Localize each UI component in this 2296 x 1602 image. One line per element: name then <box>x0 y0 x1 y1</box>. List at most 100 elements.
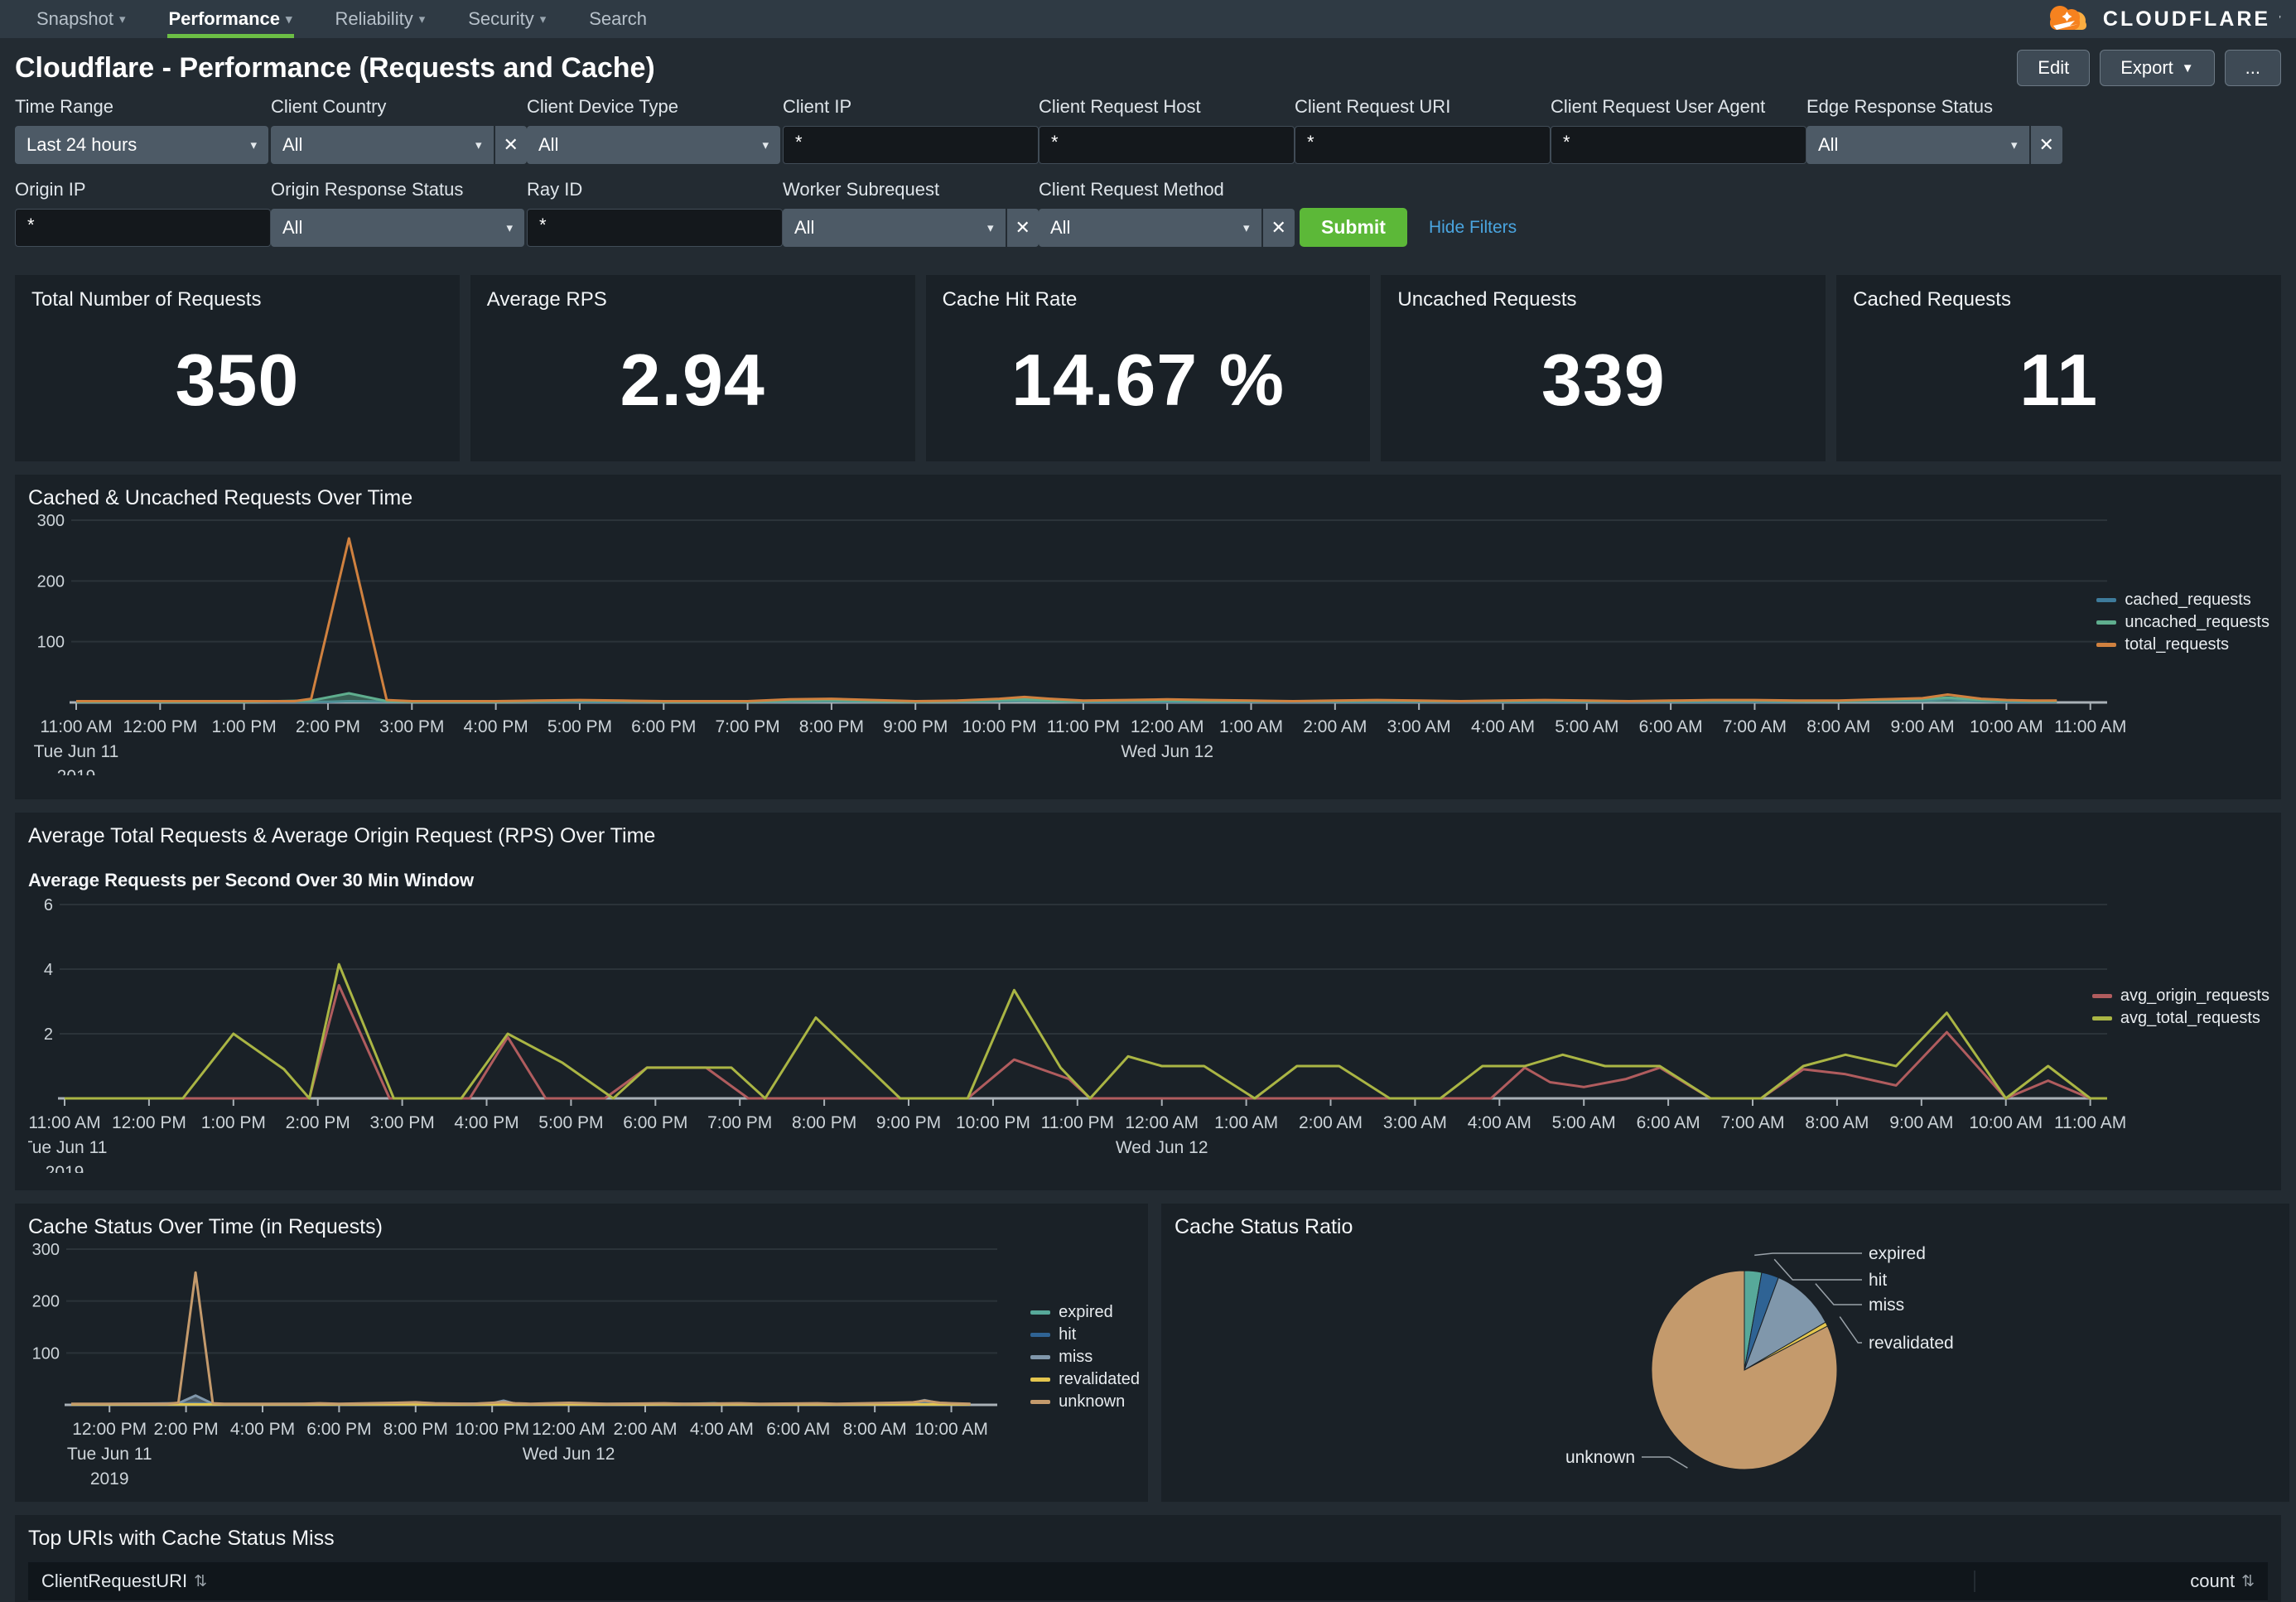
svg-text:5:00 AM: 5:00 AM <box>1555 717 1618 736</box>
filter-select[interactable]: All▾ <box>1039 209 1261 247</box>
legend-item-hit[interactable]: hit <box>1030 1325 1140 1344</box>
svg-text:10:00 PM: 10:00 PM <box>962 717 1037 736</box>
filter-row-2: Origin IP*Origin Response StatusAll▾Ray … <box>15 179 2281 247</box>
filter-client-ip: Client IP* <box>783 96 1039 164</box>
submit-button[interactable]: Submit <box>1300 208 1407 247</box>
legend-swatch <box>2092 994 2112 998</box>
filter-input[interactable]: * <box>783 126 1039 164</box>
filter-control: * <box>527 209 783 247</box>
nav-item-snapshot[interactable]: Snapshot ▾ <box>15 0 147 38</box>
nav-item-label: Snapshot <box>36 8 113 30</box>
legend-item-cached_requests[interactable]: cached_requests <box>2096 591 2269 610</box>
legend-item-avg_total_requests[interactable]: avg_total_requests <box>2092 1009 2269 1028</box>
svg-text:Tue Jun 11: Tue Jun 11 <box>67 1445 152 1464</box>
filter-control: All ▾ ✕ <box>271 126 527 164</box>
filter-input[interactable]: * <box>1551 126 1806 164</box>
legend-label: avg_origin_requests <box>2120 987 2269 1006</box>
legend-item-avg_origin_requests[interactable]: avg_origin_requests <box>2092 987 2269 1006</box>
svg-text:8:00 PM: 8:00 PM <box>792 1113 856 1132</box>
svg-text:11:00 AM: 11:00 AM <box>2054 1113 2126 1132</box>
legend-item-miss[interactable]: miss <box>1030 1348 1140 1367</box>
chart2-legend: avg_origin_requests avg_total_requests <box>2092 987 2269 1028</box>
filter-select[interactable]: All▾ <box>783 209 1006 247</box>
clear-filter-button[interactable]: ✕ <box>495 126 527 164</box>
kpi-card-uncached-requests: Uncached Requests339 <box>1381 275 1826 461</box>
svg-text:2:00 PM: 2:00 PM <box>286 1113 350 1132</box>
nav-item-reliability[interactable]: Reliability▾ <box>314 0 447 38</box>
page-title: Cloudflare - Performance (Requests and C… <box>15 52 655 84</box>
column-header-count[interactable]: count⇅ <box>1974 1571 2268 1592</box>
filter-client-country: Client Country All ▾ ✕ <box>271 96 527 164</box>
filter-control: Last 24 hours▾ <box>15 126 271 164</box>
svg-text:12:00 PM: 12:00 PM <box>72 1420 147 1439</box>
header-actions: Edit Export▼ ... <box>2017 50 2281 86</box>
svg-text:12:00 AM: 12:00 AM <box>532 1420 605 1439</box>
svg-text:3:00 AM: 3:00 AM <box>1387 717 1451 736</box>
filter-input[interactable]: * <box>1295 126 1551 164</box>
svg-text:6:00 PM: 6:00 PM <box>623 1113 687 1132</box>
nav-item-security[interactable]: Security▾ <box>446 0 567 38</box>
column-header-clientrequesturi[interactable]: ClientRequestURI⇅ <box>28 1571 1974 1592</box>
nav-item-search[interactable]: Search <box>567 0 668 38</box>
svg-text:Wed Jun 12: Wed Jun 12 <box>523 1445 615 1464</box>
legend-label: expired <box>1059 1303 1113 1322</box>
svg-text:10:00 PM: 10:00 PM <box>956 1113 1030 1132</box>
filter-select[interactable]: All ▾ <box>271 126 494 164</box>
svg-text:7:00 AM: 7:00 AM <box>1720 1113 1784 1132</box>
filter-select[interactable]: All▾ <box>1806 126 2029 164</box>
filter-input[interactable]: * <box>527 209 783 247</box>
svg-text:2019: 2019 <box>90 1469 129 1488</box>
clear-filter-button[interactable]: ✕ <box>1263 209 1295 247</box>
svg-text:12:00 PM: 12:00 PM <box>112 1113 186 1132</box>
kpi-label: Average RPS <box>487 288 899 311</box>
kpi-card-average-rps: Average RPS2.94 <box>470 275 915 461</box>
kpi-card-cache-hit-rate: Cache Hit Rate14.67 % <box>926 275 1371 461</box>
kpi-label: Cache Hit Rate <box>943 288 1354 311</box>
legend-swatch <box>2096 643 2116 647</box>
filter-label: Client Request Host <box>1039 96 1295 118</box>
chevron-down-icon: ▾ <box>475 138 482 152</box>
svg-text:1:00 PM: 1:00 PM <box>201 1113 266 1132</box>
hide-filters-link[interactable]: Hide Filters <box>1429 218 1517 238</box>
filter-worker-subrequest: Worker Subrequest All▾✕ <box>783 179 1039 247</box>
legend-item-expired[interactable]: expired <box>1030 1303 1140 1322</box>
svg-text:11:00 AM: 11:00 AM <box>40 717 112 736</box>
svg-text:2:00 PM: 2:00 PM <box>296 717 360 736</box>
panel-requests-over-time: Cached & Uncached Requests Over Time 100… <box>15 475 2281 799</box>
selected-value: All <box>282 134 302 156</box>
filter-control: All▾✕ <box>1806 126 2062 164</box>
filter-input[interactable]: * <box>1039 126 1295 164</box>
filter-control: All▾✕ <box>1039 209 1295 247</box>
chevron-down-icon: ▾ <box>119 12 126 27</box>
legend-item-uncached_requests[interactable]: uncached_requests <box>2096 613 2269 632</box>
export-button[interactable]: Export▼ <box>2100 50 2214 86</box>
nav-item-label: Reliability <box>335 8 413 30</box>
filter-select[interactable]: Last 24 hours▾ <box>15 126 268 164</box>
more-button[interactable]: ... <box>2225 50 2281 86</box>
svg-text:6: 6 <box>44 896 53 914</box>
svg-text:6:00 AM: 6:00 AM <box>1639 717 1703 736</box>
clear-filter-button[interactable]: ✕ <box>2031 126 2062 164</box>
chevron-down-icon: ▾ <box>762 138 769 152</box>
filter-label: Worker Subrequest <box>783 179 1039 200</box>
legend-item-total_requests[interactable]: total_requests <box>2096 635 2269 654</box>
filter-select[interactable]: All▾ <box>271 209 524 247</box>
filter-select[interactable]: All▾ <box>527 126 780 164</box>
filter-input[interactable]: * <box>15 209 271 247</box>
filter-label: Client Country <box>271 96 527 118</box>
edit-button[interactable]: Edit <box>2017 50 2090 86</box>
panel-cache-status-ratio: Cache Status Ratio expiredhitmissrevalid… <box>1161 1204 2289 1502</box>
legend-swatch <box>1030 1333 1050 1337</box>
legend-item-unknown[interactable]: unknown <box>1030 1392 1140 1411</box>
nav-item-performance[interactable]: Performance▾ <box>147 0 314 38</box>
legend-item-revalidated[interactable]: revalidated <box>1030 1370 1140 1389</box>
kpi-card-total-number-of-requests: Total Number of Requests350 <box>15 275 460 461</box>
input-value: * <box>27 215 35 236</box>
selected-value: All <box>1050 217 1070 239</box>
clear-filter-button[interactable]: ✕ <box>1007 209 1039 247</box>
svg-text:2: 2 <box>44 1025 53 1044</box>
svg-text:4:00 AM: 4:00 AM <box>1471 717 1535 736</box>
svg-text:6:00 AM: 6:00 AM <box>766 1420 830 1439</box>
chart3-plot: 10020030012:00 PMTue Jun 1120192:00 PM4:… <box>28 1239 1135 1492</box>
svg-text:2019: 2019 <box>46 1163 84 1173</box>
